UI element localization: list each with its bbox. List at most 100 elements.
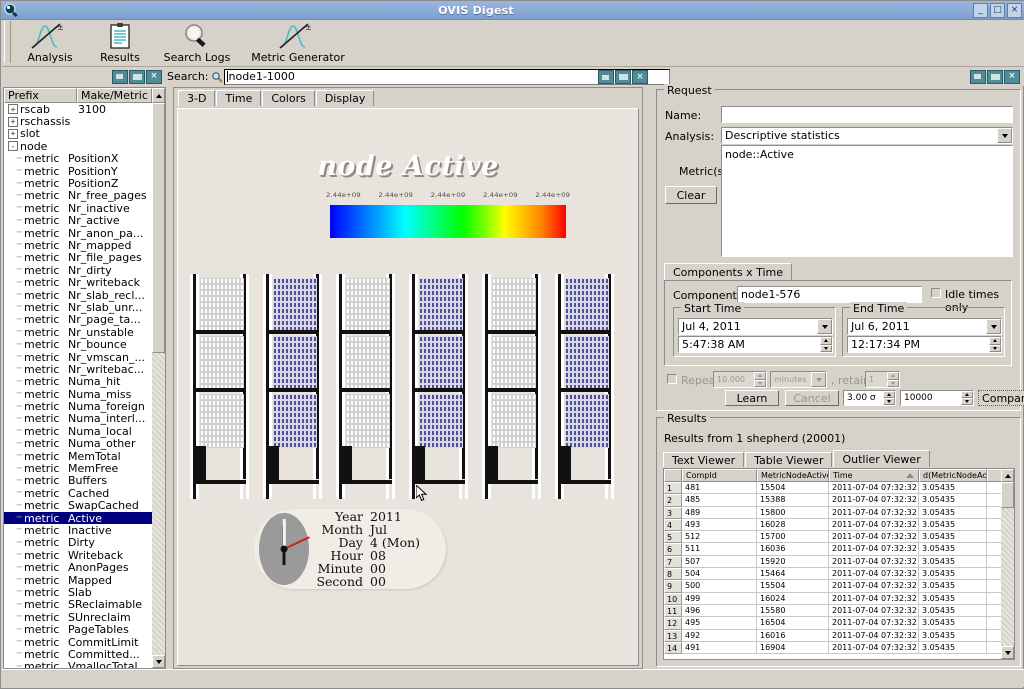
tree-metric-commitlimit[interactable]: ─ metric CommitLimit — [4, 636, 152, 649]
tree-metric-nr_writeback[interactable]: ─ metric Nr_writeback — [4, 276, 152, 289]
end-time-spinner[interactable]: 12:17:34 PM — [847, 336, 1002, 353]
tree-metric-positionz[interactable]: ─ metric PositionZ — [4, 177, 152, 190]
components-input[interactable]: node1-576 — [737, 286, 922, 303]
table-row[interactable]: 4 493 16028 2011-07-04 07:32:32 3.05435 — [664, 518, 1014, 532]
tree-metric-nr_mapped[interactable]: ─ metric Nr_mapped — [4, 239, 152, 252]
tree-column-make-metric[interactable]: Make/Metric — [77, 88, 152, 103]
table-row[interactable]: 12 495 16504 2011-07-04 07:32:32 3.05435 — [664, 617, 1014, 630]
end-time-stepper[interactable] — [989, 337, 1001, 352]
toolbar-button-results[interactable]: Results — [86, 20, 154, 64]
toolbar-button-search-logs[interactable]: Search Logs — [154, 20, 240, 64]
tree-metric-numa_miss[interactable]: ─ metric Numa_miss — [4, 388, 152, 401]
tab-components-x-time[interactable]: Components x Time — [664, 263, 793, 280]
rack-column-4[interactable] — [409, 274, 479, 499]
idle-times-checkbox[interactable] — [931, 288, 941, 298]
repeat-checkbox[interactable] — [667, 374, 677, 384]
toolbar-button-analysis[interactable]: ± Analysis — [14, 20, 86, 64]
outlier-results-table[interactable]: CompId MetricNodeActiveValu Time d(Metri… — [663, 468, 1015, 660]
tree-metric-anonpages[interactable]: ─ metric AnonPages — [4, 561, 152, 574]
tree-metric-active[interactable]: ─ metric Active — [4, 512, 152, 525]
tree-metric-sreclaimable[interactable]: ─ metric SReclaimable — [4, 598, 152, 611]
table-row[interactable]: 2 485 15388 2011-07-04 07:32:32 3.05435 — [664, 494, 1014, 507]
rack-column-6[interactable] — [555, 274, 625, 499]
tree-metric-nr_page_ta-[interactable]: ─ metric Nr_page_ta... — [4, 313, 152, 326]
toolbar-drag-handle[interactable] — [4, 21, 11, 63]
table-row[interactable]: 8 504 15464 2011-07-04 07:32:32 3.05435 — [664, 568, 1014, 581]
table-row[interactable]: 13 492 16016 2011-07-04 07:32:32 3.05435 — [664, 629, 1014, 642]
tree-scroll-up-button[interactable] — [152, 88, 165, 103]
metrics-list[interactable]: node::Active — [721, 145, 1013, 257]
tree-node-rscab[interactable]: + rscab 3100 — [4, 103, 152, 116]
request-close-button[interactable]: × — [632, 70, 648, 84]
tree-metric-nr_vmscan_-[interactable]: ─ metric Nr_vmscan_... — [4, 351, 152, 364]
tree-metric-positiony[interactable]: ─ metric PositionY — [4, 165, 152, 178]
results-scrollbar[interactable] — [1001, 469, 1014, 659]
end-date-select[interactable]: Jul 6, 2011 — [847, 318, 1002, 335]
tree-metric-memtotal[interactable]: ─ metric MemTotal — [4, 450, 152, 463]
tab-table-viewer[interactable]: Table Viewer — [745, 452, 833, 467]
compare-button[interactable]: Compare — [978, 390, 1024, 406]
results-scroll-down-button[interactable] — [1001, 646, 1014, 659]
rack-visualization[interactable] — [190, 274, 630, 499]
table-row[interactable]: 1 481 15504 2011-07-04 07:32:32 3.05435 — [664, 482, 1014, 495]
tree-metric-nr_slab_recl-[interactable]: ─ metric Nr_slab_recl... — [4, 289, 152, 302]
tree-metric-numa_other[interactable]: ─ metric Numa_other — [4, 437, 152, 450]
tree-metric-mapped[interactable]: ─ metric Mapped — [4, 574, 152, 587]
tree-metric-dirty[interactable]: ─ metric Dirty — [4, 536, 152, 549]
table-column-time[interactable]: Time — [829, 469, 919, 482]
tree-metric-numa_interl-[interactable]: ─ metric Numa_interl... — [4, 412, 152, 425]
table-column-delta[interactable]: d(MetricNodeActiveVa — [919, 469, 987, 482]
tree-metric-nr_inactive[interactable]: ─ metric Nr_inactive — [4, 202, 152, 215]
tree-restore-button[interactable] — [129, 69, 145, 84]
tree-metric-slab[interactable]: ─ metric Slab — [4, 586, 152, 599]
start-date-select[interactable]: Jul 4, 2011 — [678, 318, 833, 335]
table-row[interactable]: 3 489 15800 2011-07-04 07:32:32 3.05435 — [664, 506, 1014, 519]
tree-node-node[interactable]: - node — [4, 140, 152, 153]
table-row[interactable]: 6 511 16036 2011-07-04 07:32:32 3.05435 — [664, 543, 1014, 556]
tree-body[interactable]: + rscab 3100 + rschassis + slot - node ─ metric Pos… — [4, 103, 165, 668]
request-name-input[interactable] — [721, 106, 1013, 123]
table-column-metric-value[interactable]: MetricNodeActiveValu — [757, 469, 829, 482]
tree-metric-numa_hit[interactable]: ─ metric Numa_hit — [4, 375, 152, 388]
tree-metric-nr_dirty[interactable]: ─ metric Nr_dirty — [4, 264, 152, 277]
minimize-button[interactable]: _ — [973, 2, 988, 18]
table-row[interactable]: 5 512 15700 2011-07-04 07:32:32 3.05435 — [664, 531, 1014, 544]
count-stepper[interactable] — [961, 391, 973, 405]
tree-node-rschassis[interactable]: + rschassis — [4, 115, 152, 128]
tree-metric-inactive[interactable]: ─ metric Inactive — [4, 524, 152, 537]
start-time-stepper[interactable] — [820, 337, 832, 352]
start-time-spinner[interactable]: 5:47:38 AM — [678, 336, 833, 353]
start-date-chevron-down-icon[interactable] — [817, 319, 832, 334]
request-minimize-button[interactable] — [598, 70, 614, 84]
tab-text-viewer[interactable]: Text Viewer — [663, 452, 745, 467]
learn-button[interactable]: Learn — [725, 390, 779, 406]
tree-metric-sunreclaim[interactable]: ─ metric SUnreclaim — [4, 611, 152, 624]
count-input[interactable]: 10000 — [900, 390, 974, 406]
maximize-button[interactable]: □ — [990, 2, 1005, 18]
tree-metric-nr_writebac-[interactable]: ─ metric Nr_writebac... — [4, 363, 152, 376]
tree-metric-committed-[interactable]: ─ metric Committed... — [4, 648, 152, 661]
tree-metric-memfree[interactable]: ─ metric MemFree — [4, 462, 152, 475]
tree-node-slot[interactable]: + slot — [4, 127, 152, 140]
analysis-select[interactable]: Descriptive statistics — [721, 127, 1013, 144]
tree-metric-vmalloctotal[interactable]: ─ metric VmallocTotal — [4, 660, 152, 668]
results-scroll-up-button[interactable] — [1001, 469, 1014, 482]
tree-metric-pagetables[interactable]: ─ metric PageTables — [4, 623, 152, 636]
tree-metric-nr_free_pages[interactable]: ─ metric Nr_free_pages — [4, 189, 152, 202]
tree-expander-icon[interactable]: - — [6, 141, 20, 152]
tree-scroll-down-button[interactable] — [152, 655, 165, 668]
rack-column-5[interactable] — [482, 274, 552, 499]
table-column-index[interactable] — [664, 469, 682, 482]
tab-outlier-viewer[interactable]: Outlier Viewer — [833, 450, 930, 467]
tree-scrollbar[interactable] — [152, 103, 165, 668]
tree-metric-buffers[interactable]: ─ metric Buffers — [4, 474, 152, 487]
tree-metric-swapcached[interactable]: ─ metric SwapCached — [4, 499, 152, 512]
close-button[interactable]: × — [1007, 2, 1022, 18]
table-row[interactable]: 9 500 15504 2011-07-04 07:32:32 3.05435 — [664, 580, 1014, 593]
tab-3d[interactable]: 3-D — [178, 90, 216, 106]
tree-expander-icon[interactable]: + — [6, 116, 20, 127]
tree-close-button[interactable]: × — [146, 69, 162, 84]
vis-minimize-button[interactable] — [970, 69, 986, 84]
tree-metric-nr_bounce[interactable]: ─ metric Nr_bounce — [4, 338, 152, 351]
table-row[interactable]: 14 491 16904 2011-07-04 07:32:32 3.05435 — [664, 641, 1014, 655]
